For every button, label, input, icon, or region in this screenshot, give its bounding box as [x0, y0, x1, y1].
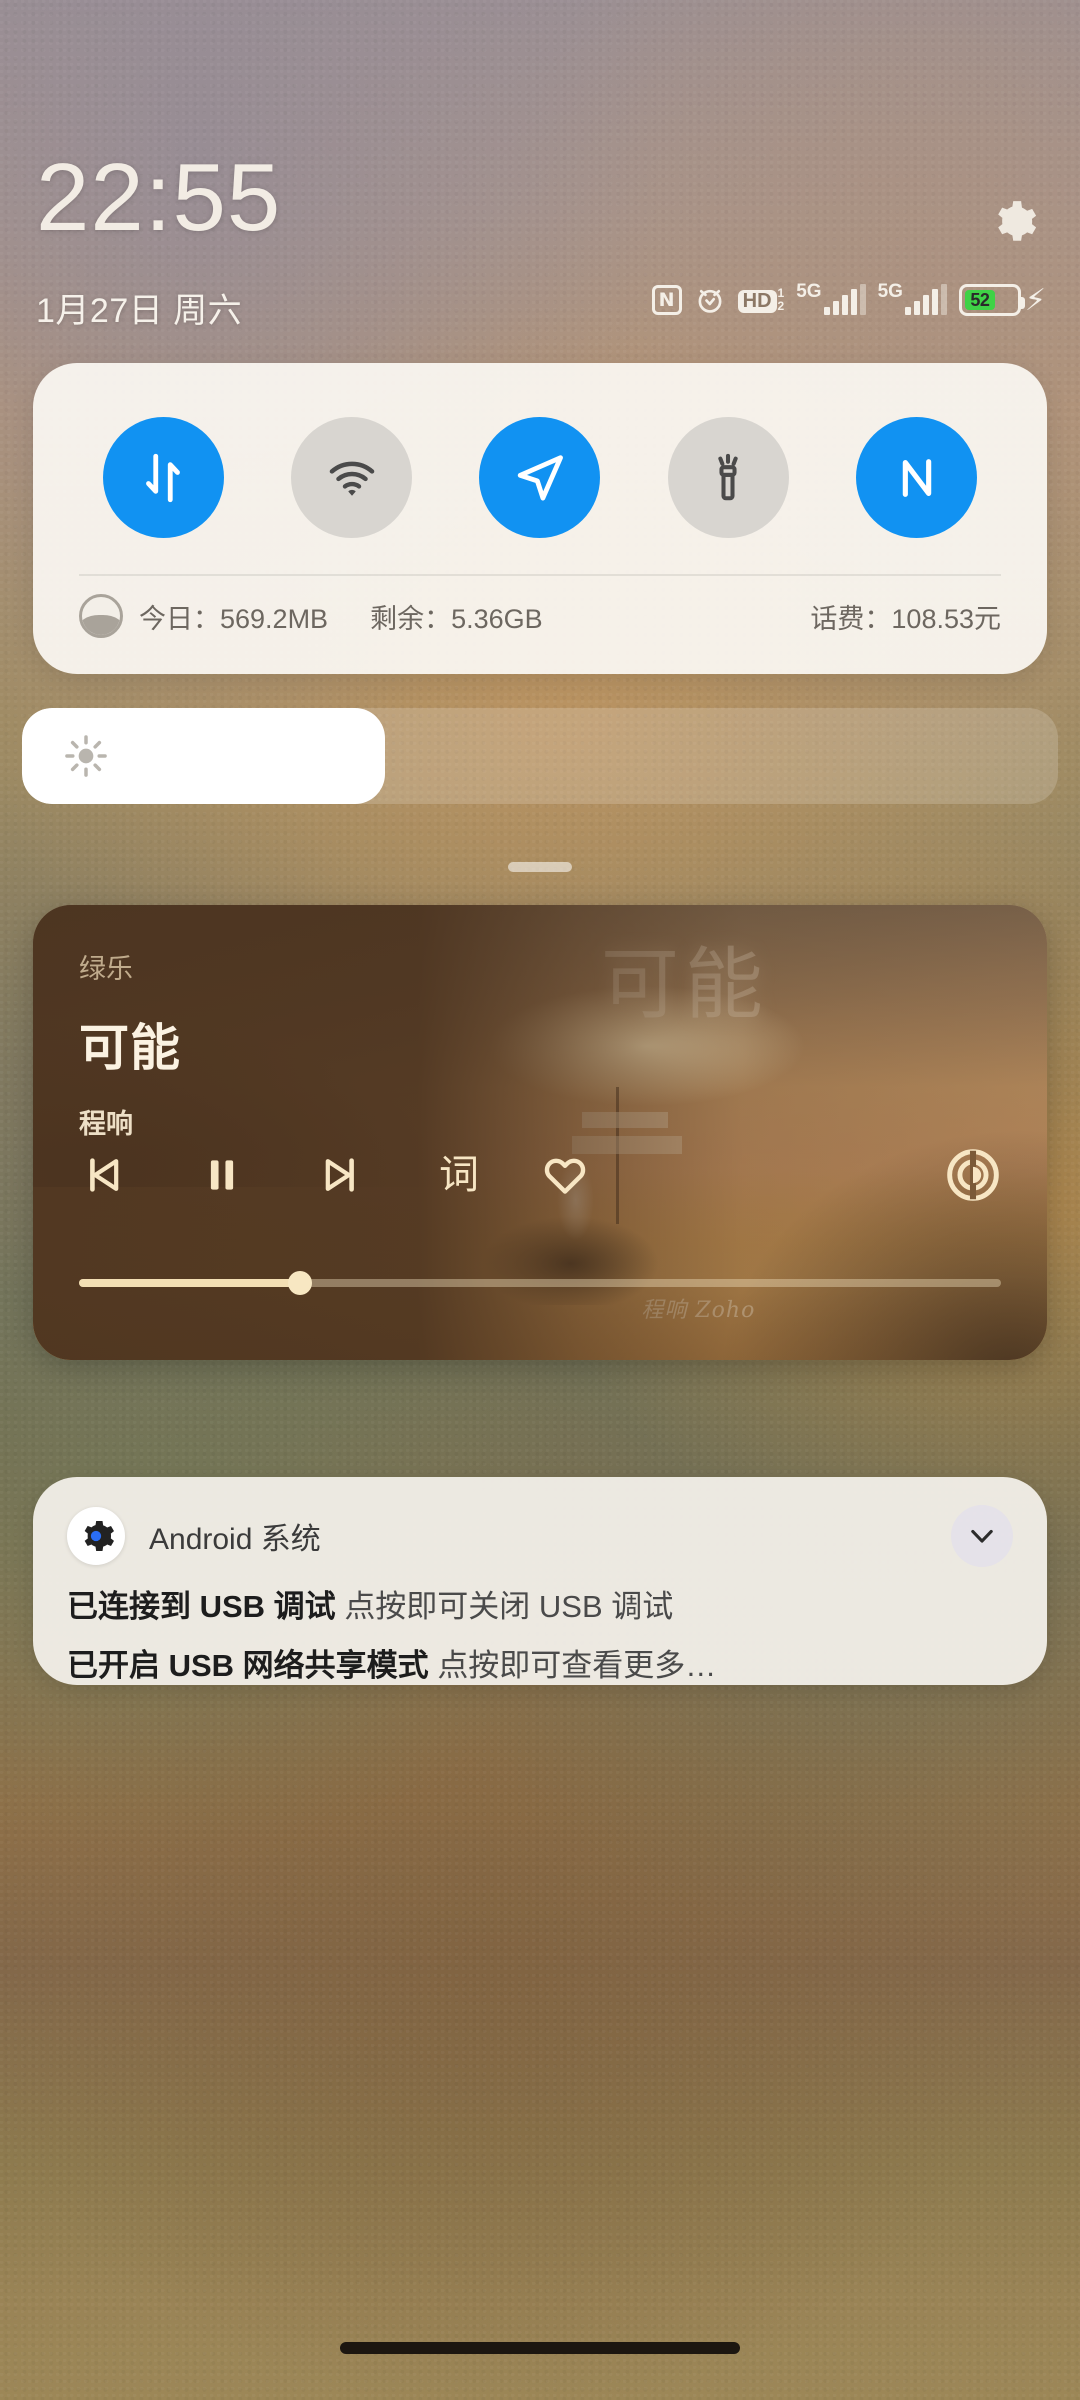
lockscreen-date: 1月27日 周六: [36, 292, 243, 330]
toggle-location[interactable]: [479, 417, 601, 538]
hd-voice-icon: HD 1 2: [737, 287, 785, 313]
toggle-wifi[interactable]: [291, 417, 413, 538]
toggle-nfc[interactable]: [856, 417, 978, 538]
skip-next-icon: [325, 1158, 354, 1192]
media-progress-thumb[interactable]: [288, 1271, 313, 1295]
mobile-data-icon: [146, 453, 181, 502]
flashlight-icon: [718, 453, 739, 500]
signal-sim2-icon: 5G: [878, 281, 947, 315]
media-progress-bar[interactable]: [79, 1271, 1001, 1295]
status-bar-icons: N HD 1 2 5G 5G 52 ⚡: [651, 281, 1046, 317]
media-info: 绿乐 可能 程响: [33, 905, 1047, 1360]
skip-previous-icon: [90, 1158, 119, 1192]
location-icon: [517, 454, 563, 500]
data-fee: 话费：108.53元: [810, 603, 1001, 634]
signal-sim1-icon: 5G: [796, 281, 866, 315]
quick-settings-toggles: [33, 363, 1047, 538]
data-usage-icon: [79, 594, 123, 638]
wifi-icon: [329, 461, 374, 496]
notification-expand-button[interactable]: [951, 1505, 1013, 1567]
pause-icon: [210, 1160, 234, 1190]
gesture-navigation-bar[interactable]: [340, 2342, 740, 2354]
notification-line-2-rest: 点按即可查看更多…: [437, 1648, 717, 1683]
play-pause-button[interactable]: [199, 1152, 245, 1198]
cast-audio-icon: [947, 1149, 999, 1201]
previous-button[interactable]: [79, 1152, 125, 1198]
data-usage-row[interactable]: 今日：569.2MB 剩余：5.36GB 话费：108.53元: [33, 576, 1047, 638]
signal-sim2-label: 5G: [877, 281, 903, 302]
signal-sim1-label: 5G: [796, 281, 822, 302]
notification-app-name: Android 系统: [149, 1523, 321, 1556]
android-settings-gear-icon: [84, 1521, 114, 1551]
data-today: 今日：569.2MB: [139, 603, 329, 634]
media-track-title: 可能: [79, 1020, 181, 1076]
battery-status: 52 ⚡: [958, 284, 1046, 317]
notification-line-2-bold: 已开启 USB 网络共享模式: [67, 1648, 429, 1683]
quick-settings-panel: 今日：569.2MB 剩余：5.36GB 话费：108.53元: [33, 363, 1047, 674]
hd-sim-2: 2: [777, 299, 785, 313]
next-button[interactable]: [319, 1152, 365, 1198]
notification-app-icon: [67, 1507, 125, 1565]
media-progress-fill: [79, 1279, 301, 1287]
battery-percent: 52: [970, 289, 990, 310]
chevron-down-icon: [971, 1529, 993, 1543]
notification-line-1-bold: 已连接到 USB 调试: [67, 1589, 336, 1624]
media-artist: 程响: [79, 1109, 133, 1139]
notification-line-1-rest: 点按即可关闭 USB 调试: [344, 1589, 674, 1624]
notification-header: Android 系统: [33, 1477, 1047, 1567]
alarm-icon: [694, 284, 726, 316]
nfc-icon: N: [651, 285, 682, 315]
lockscreen-clock: 22:55: [36, 144, 282, 251]
brightness-slider[interactable]: [22, 708, 1058, 804]
data-remaining: 剩余：5.36GB: [370, 603, 543, 634]
media-app-name: 绿乐: [79, 954, 133, 984]
notification-line-2: 已开启 USB 网络共享模式 点按即可查看更多…: [33, 1640, 1047, 1685]
toggle-flashlight[interactable]: [667, 417, 789, 538]
media-controls: 词: [79, 1147, 1001, 1203]
media-player-widget[interactable]: 可能 程响 Zoho 绿乐 可能 程响 词: [33, 905, 1047, 1360]
toggle-mobile-data[interactable]: [102, 417, 224, 538]
lyrics-button[interactable]: 词: [439, 1155, 479, 1195]
cast-button[interactable]: [945, 1147, 1001, 1203]
charging-bolt-icon: ⚡: [1024, 284, 1046, 317]
notification-line-1: 已连接到 USB 调试 点按即可关闭 USB 调试: [33, 1581, 1047, 1626]
brightness-icon: [64, 734, 108, 778]
gear-icon: [998, 201, 1037, 241]
notification-card[interactable]: Android 系统 已连接到 USB 调试 点按即可关闭 USB 调试 已开启…: [33, 1477, 1047, 1685]
favorite-button[interactable]: [541, 1151, 589, 1199]
nfc-icon: [902, 458, 931, 497]
heart-icon: [544, 1158, 586, 1194]
panel-drag-handle[interactable]: [508, 862, 572, 872]
settings-shortcut-button[interactable]: [988, 197, 1038, 247]
